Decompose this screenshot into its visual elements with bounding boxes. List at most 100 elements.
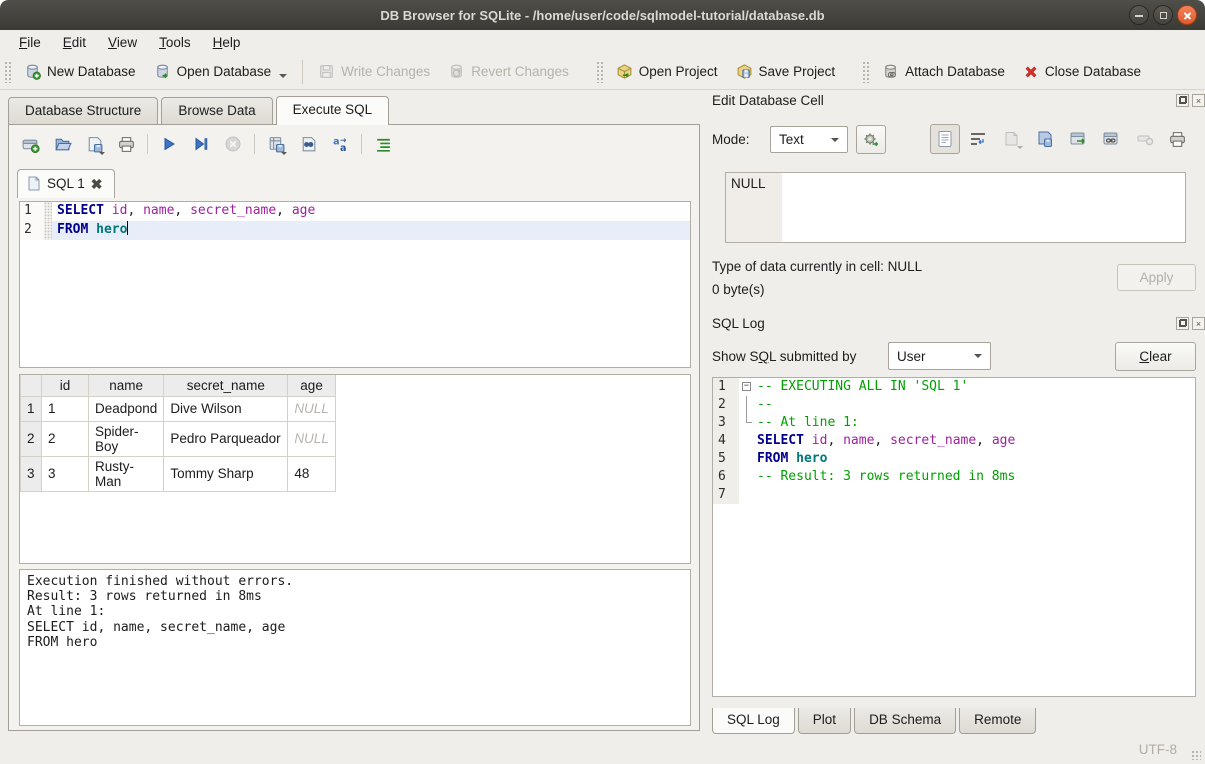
execute-current-line-button[interactable]: [188, 131, 214, 157]
column-header-id[interactable]: id: [42, 375, 89, 396]
row-header[interactable]: 2: [21, 421, 42, 456]
main-tab-bar: Database Structure Browse Data Execute S…: [8, 96, 392, 124]
cell-age[interactable]: NULL: [288, 421, 336, 456]
table-row[interactable]: 3 3 Rusty-Man Tommy Sharp 48: [21, 456, 336, 491]
cell-secret-name[interactable]: Pedro Parqueador: [164, 421, 288, 456]
execution-message-area: Execution finished without errors. Resul…: [19, 569, 691, 726]
sql-log-filter-label: Show SQL submitted by: [712, 349, 856, 364]
save-project-button[interactable]: Save Project: [727, 58, 845, 85]
table-row[interactable]: 1 1 Deadpond Dive Wilson NULL: [21, 396, 336, 421]
maximize-button[interactable]: [1153, 5, 1173, 25]
log-line-3: 3 -- At line 1:: [713, 414, 1195, 432]
cell-id[interactable]: 3: [42, 456, 89, 491]
tab-browse-data[interactable]: Browse Data: [161, 97, 272, 124]
execute-sql-panel: aa SQL 1 ✖ 1 SELECT id, name, secret_nam…: [8, 124, 700, 731]
open-in-external-button[interactable]: [1066, 127, 1090, 151]
row-header[interactable]: 1: [21, 396, 42, 421]
toolbar-grip[interactable]: [4, 61, 11, 83]
new-sql-tab-button[interactable]: [17, 131, 43, 157]
float-dock-button[interactable]: [1176, 94, 1189, 107]
sql-tab-close-icon[interactable]: ✖: [91, 179, 103, 189]
sql-file-tabbar: SQL 1 ✖: [17, 167, 115, 198]
dock-tab-remote[interactable]: Remote: [959, 708, 1036, 734]
apply-auto-button[interactable]: [856, 125, 886, 154]
close-icon: ×: [1196, 319, 1201, 329]
write-changes-button: Write Changes: [309, 58, 439, 85]
text-mode-button[interactable]: [930, 124, 960, 154]
tab-execute-sql[interactable]: Execute SQL: [276, 96, 390, 125]
attach-database-button[interactable]: Attach Database: [873, 58, 1014, 85]
dock-tab-plot[interactable]: Plot: [798, 708, 851, 734]
menu-file[interactable]: File: [8, 33, 52, 52]
toolbar-grip-3[interactable]: [862, 61, 869, 83]
open-project-button[interactable]: Open Project: [607, 58, 727, 85]
cell-name[interactable]: Spider-Boy: [89, 421, 164, 456]
find-in-file-icon: [299, 135, 318, 154]
close-dock-button[interactable]: ×: [1192, 94, 1205, 107]
sql-editor[interactable]: 1 SELECT id, name, secret_name, age 2 FR…: [19, 201, 691, 368]
open-database-dropdown-icon[interactable]: [279, 74, 287, 78]
save-results-button[interactable]: [263, 131, 289, 157]
menu-tools[interactable]: Tools: [148, 33, 202, 52]
print-cell-button[interactable]: [1165, 127, 1189, 151]
toolbar-grip-2[interactable]: [596, 61, 603, 83]
encoding-indicator[interactable]: UTF-8: [1139, 742, 1177, 757]
cell-edit-area[interactable]: [782, 173, 1185, 242]
replace-button[interactable]: aa: [327, 131, 353, 157]
message-line: SELECT id, name, secret_name, age: [27, 620, 683, 635]
save-results-dropdown-icon[interactable]: [281, 152, 287, 155]
corner-header[interactable]: [21, 375, 42, 396]
resize-grip[interactable]: [1191, 750, 1201, 760]
cell-age[interactable]: NULL: [288, 396, 336, 421]
cell-secret-name[interactable]: Tommy Sharp: [164, 456, 288, 491]
column-header-name[interactable]: name: [89, 375, 164, 396]
open-database-label: Open Database: [177, 64, 272, 79]
cell-secret-name[interactable]: Dive Wilson: [164, 396, 288, 421]
word-wrap-button[interactable]: [966, 127, 990, 151]
submitted-by-select[interactable]: User: [888, 342, 991, 370]
menu-help[interactable]: Help: [202, 33, 252, 52]
close-dock-button[interactable]: ×: [1192, 317, 1205, 330]
log-line-7: 7: [713, 486, 1195, 504]
sql-file-tab[interactable]: SQL 1 ✖: [17, 169, 115, 198]
cell-name[interactable]: Rusty-Man: [89, 456, 164, 491]
save-sql-dropdown-icon[interactable]: [99, 152, 105, 155]
close-database-button[interactable]: Close Database: [1014, 59, 1150, 85]
new-database-button[interactable]: New Database: [15, 58, 145, 85]
menu-view[interactable]: View: [97, 33, 148, 52]
mode-select[interactable]: Text: [770, 126, 848, 153]
copy-link-button[interactable]: [1099, 127, 1123, 151]
cell-name[interactable]: Deadpond: [89, 396, 164, 421]
fold-marker-icon[interactable]: −: [742, 382, 751, 391]
dock-tab-db-schema[interactable]: DB Schema: [854, 708, 956, 734]
cell-id[interactable]: 2: [42, 421, 89, 456]
find-button[interactable]: [295, 131, 321, 157]
tab-database-structure[interactable]: Database Structure: [8, 97, 158, 124]
import-cell-data-button: [999, 127, 1023, 151]
dock-tab-sql-log[interactable]: SQL Log: [712, 708, 795, 734]
clear-log-button[interactable]: Clear: [1115, 342, 1196, 371]
menu-edit[interactable]: Edit: [52, 33, 97, 52]
cell-age[interactable]: 48: [288, 456, 336, 491]
menubar: File Edit View Tools Help: [0, 30, 1205, 54]
export-cell-data-button[interactable]: [1033, 127, 1057, 151]
print-sql-button[interactable]: [113, 131, 139, 157]
row-header[interactable]: 3: [21, 456, 42, 491]
cell-value-editor[interactable]: NULL: [725, 172, 1186, 243]
replace-text-icon: aa: [331, 135, 350, 154]
log-line-5: 5 FROM hero: [713, 450, 1195, 468]
execute-all-button[interactable]: [156, 131, 182, 157]
cell-id[interactable]: 1: [42, 396, 89, 421]
column-header-age[interactable]: age: [288, 375, 336, 396]
minimize-button[interactable]: [1129, 5, 1149, 25]
format-sql-button[interactable]: [370, 131, 396, 157]
column-header-secret-name[interactable]: secret_name: [164, 375, 288, 396]
sql-log-view[interactable]: 1 − -- EXECUTING ALL IN 'SQL 1' 2 -- 3 -…: [712, 377, 1196, 697]
open-sql-file-button[interactable]: [49, 131, 75, 157]
close-button[interactable]: [1177, 5, 1197, 25]
float-dock-button[interactable]: [1176, 317, 1189, 330]
table-row[interactable]: 2 2 Spider-Boy Pedro Parqueador NULL: [21, 421, 336, 456]
save-as-icon: [1036, 130, 1054, 148]
save-sql-file-button[interactable]: [81, 131, 107, 157]
open-database-button[interactable]: Open Database: [145, 58, 297, 85]
